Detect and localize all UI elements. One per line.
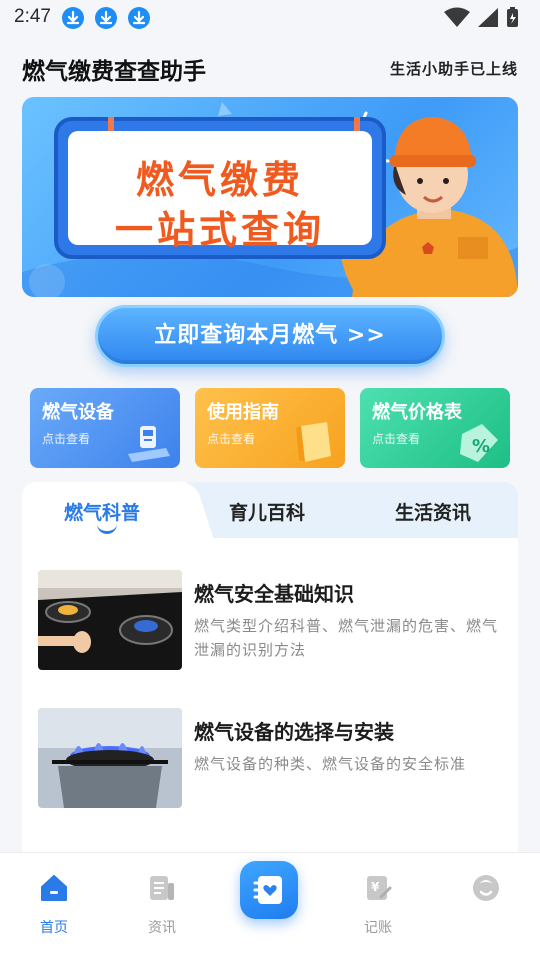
svg-text:¥: ¥ bbox=[371, 880, 380, 894]
download-icon bbox=[128, 7, 150, 29]
status-time: 2:47 bbox=[14, 6, 51, 27]
nav-bill[interactable]: ¥ 记账 bbox=[348, 873, 408, 937]
download-icon bbox=[62, 7, 84, 29]
gas-equipment-card[interactable]: 燃气设备 点击查看 bbox=[30, 388, 180, 468]
nav-label: 资讯 bbox=[148, 920, 176, 936]
article-thumbnail bbox=[38, 708, 182, 808]
article-thumbnail bbox=[38, 570, 182, 670]
nav-news[interactable]: 资讯 bbox=[132, 873, 192, 937]
banner-board: 燃气缴费 一站式查询 bbox=[54, 117, 386, 259]
list-item[interactable]: 燃气设备的选择与安装 燃气设备的种类、燃气设备的安全标准 bbox=[38, 708, 508, 808]
profile-icon bbox=[473, 875, 499, 901]
bottom-nav: 首页 资讯 ¥ 记账 bbox=[0, 852, 540, 960]
banner-headline: 燃气缴费 bbox=[135, 158, 304, 202]
article-panel: 燃气科普 育儿百科 生活资讯 燃气安全基础知识 燃气类型介绍科普、燃气泄漏的危害… bbox=[22, 482, 518, 862]
battery-icon bbox=[507, 7, 518, 27]
card-subtitle: 点击查看 bbox=[42, 432, 91, 446]
signal-icon bbox=[478, 8, 498, 27]
tab-parenting[interactable]: 育儿百科 bbox=[229, 498, 305, 525]
card-title: 使用指南 bbox=[207, 402, 279, 423]
card-title: 燃气价格表 bbox=[372, 402, 462, 423]
nav-label: 首页 bbox=[40, 920, 68, 936]
tab-life-news[interactable]: 生活资讯 bbox=[395, 498, 471, 525]
home-icon bbox=[41, 875, 67, 901]
bill-icon: ¥ bbox=[367, 876, 392, 900]
promo-banner[interactable]: 燃气缴费 一站式查询 bbox=[22, 97, 518, 297]
price-tag-icon: % bbox=[460, 424, 498, 462]
app-title: 燃气缴费查查助手 bbox=[22, 59, 206, 85]
card-subtitle: 点击查看 bbox=[207, 432, 256, 446]
article-title: 燃气设备的选择与安装 bbox=[194, 720, 394, 744]
svg-text:%: % bbox=[472, 436, 490, 457]
gas-meter-icon bbox=[128, 426, 170, 462]
list-item[interactable]: 燃气安全基础知识 燃气类型介绍科普、燃气泄漏的危害、燃气泄漏的识别方法 bbox=[38, 570, 508, 670]
wifi-icon bbox=[444, 7, 470, 27]
article-title: 燃气安全基础知识 bbox=[194, 582, 354, 606]
query-gas-button[interactable]: 立即查询本月燃气 >> bbox=[95, 305, 445, 367]
article-description: 燃气设备的种类、燃气设备的安全标准 bbox=[194, 755, 467, 773]
news-icon bbox=[150, 876, 174, 900]
nav-home[interactable]: 首页 bbox=[24, 873, 84, 937]
banner-subheadline: 一站式查询 bbox=[114, 208, 325, 252]
status-bar: 2:47 bbox=[0, 0, 540, 36]
nav-profile[interactable] bbox=[456, 873, 516, 917]
app-slogan: 生活小助手已上线 bbox=[389, 60, 518, 78]
gas-price-card[interactable]: 燃气价格表 点击查看 % bbox=[360, 388, 510, 468]
tab-gas-science[interactable]: 燃气科普 bbox=[64, 498, 140, 525]
center-action-button[interactable] bbox=[240, 861, 298, 919]
system-status-icons bbox=[444, 7, 518, 27]
download-icon bbox=[95, 7, 117, 29]
tab-bar: 燃气科普 育儿百科 生活资讯 bbox=[22, 482, 518, 542]
article-description: 燃气类型介绍科普、燃气泄漏的危害、燃气泄漏的识别方法 bbox=[194, 617, 499, 659]
heart-book-icon bbox=[253, 876, 282, 904]
nav-label: 记账 bbox=[364, 920, 392, 936]
card-title: 燃气设备 bbox=[42, 402, 114, 423]
user-guide-card[interactable]: 使用指南 点击查看 bbox=[195, 388, 345, 468]
book-icon bbox=[296, 422, 331, 462]
card-subtitle: 点击查看 bbox=[372, 432, 421, 446]
